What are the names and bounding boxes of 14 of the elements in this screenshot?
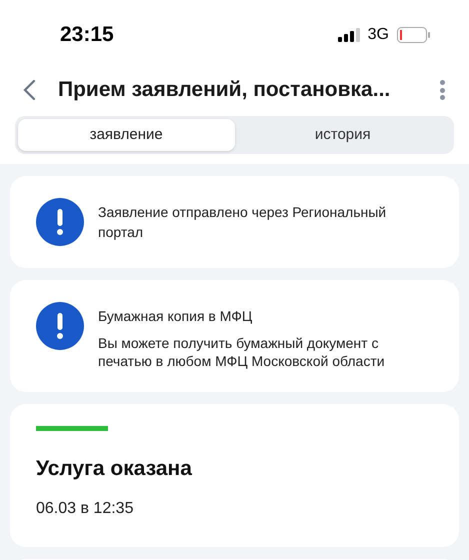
notice-title: Бумажная копия в МФЦ <box>98 307 254 326</box>
notice-title: Заявление отправлено через Региональный портал <box>98 203 388 242</box>
alert-icon <box>36 198 84 246</box>
page-title: Прием заявлений, постановка... <box>58 77 392 104</box>
status-date: 06.03 в 12:35 <box>36 498 134 518</box>
signal-icon <box>338 28 360 42</box>
tab[interactable]: заявление <box>18 119 234 151</box>
notice-text: Вы можете получить бумажный документ с печатью в любом МФЦ Московской области <box>98 334 386 370</box>
network-label: 3G <box>368 25 389 45</box>
status-time: 23:15 <box>60 22 114 48</box>
battery-icon <box>397 27 431 43</box>
tab[interactable]: история <box>234 119 451 151</box>
status-title: Услуга оказана <box>36 456 193 482</box>
alert-icon <box>36 302 84 350</box>
